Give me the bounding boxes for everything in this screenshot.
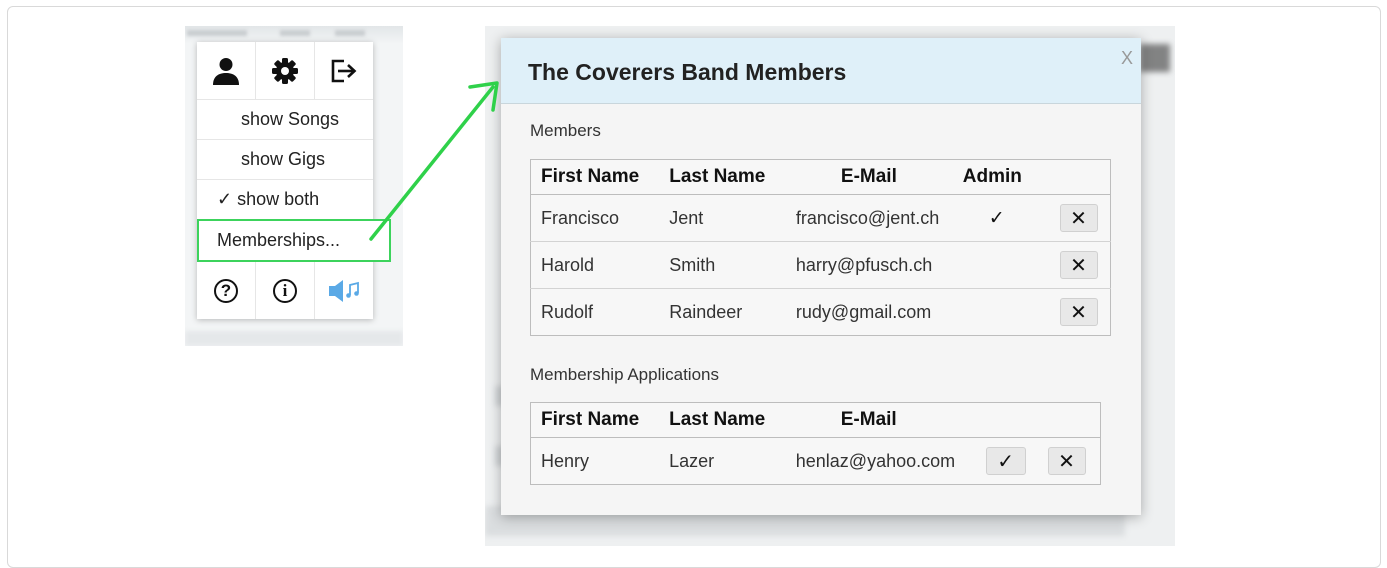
menu-bottom-row: ? i	[197, 262, 373, 319]
remove-member-button[interactable]: ✕	[1059, 251, 1098, 279]
members-table: First Name Last Name E-Mail Admin Franci…	[530, 159, 1111, 336]
help-button[interactable]: ?	[197, 262, 256, 319]
member-last-name: Smith	[659, 241, 786, 289]
applicant-email: henlaz@yahoo.com	[795, 450, 956, 471]
member-email: francisco@jent.ch	[785, 194, 961, 242]
column-header: E-Mail	[785, 159, 961, 195]
column-header: E-Mail	[785, 402, 976, 438]
menu-item-label: Memberships...	[217, 230, 341, 250]
sound-button[interactable]	[315, 262, 373, 319]
reject-application-button[interactable]: ✕	[1047, 447, 1086, 475]
table-header-row: First Name Last Name E-Mail Admin	[530, 159, 1111, 195]
menu-item-label: show Songs	[241, 109, 340, 129]
check-icon: ✓	[217, 189, 233, 209]
member-first-name: Harold	[530, 241, 660, 289]
admin-check-icon[interactable]: ✓	[989, 208, 1005, 229]
menu-item-show-both[interactable]: ✓ show both	[197, 180, 373, 220]
help-icon: ?	[214, 278, 238, 303]
dropdown-menu: show Songs show Gigs ✓ show both Members…	[197, 42, 391, 319]
table-row: Harold Smith harry@pfusch.ch ✕	[530, 241, 1111, 289]
remove-member-button[interactable]: ✕	[1059, 298, 1098, 326]
member-first-name: Francisco	[530, 194, 660, 242]
menu-item-memberships[interactable]: Memberships...	[197, 219, 391, 262]
table-row: Rudolf Raindeer rudy@gmail.com ✕	[531, 289, 1111, 336]
member-first-name: Rudolf	[541, 301, 594, 322]
applicant-first-name: Henry	[541, 450, 590, 471]
column-header: Last Name	[659, 402, 786, 438]
user-icon	[213, 57, 239, 85]
table-row: Francisco Jent francisco@jent.ch ✓ ✕	[530, 194, 1111, 242]
menu-item-show-songs[interactable]: show Songs	[197, 100, 373, 140]
remove-member-button[interactable]: ✕	[1059, 204, 1098, 232]
info-icon: i	[273, 278, 297, 303]
member-last-name: Jent	[659, 194, 786, 242]
column-header: First Name	[530, 402, 660, 438]
column-header: First Name	[530, 159, 660, 195]
menu-item-label: show Gigs	[241, 149, 326, 169]
dialog-title: The Coverers Band Members	[528, 59, 847, 85]
gear-icon	[272, 57, 298, 84]
table-header-row: First Name Last Name E-Mail	[530, 402, 1101, 438]
logout-icon	[331, 59, 357, 82]
member-last-name: Raindeer	[669, 301, 743, 322]
table-row: Henry Lazer henlaz@yahoo.com ✓ ✕	[531, 438, 1101, 485]
column-header: Admin	[960, 159, 1050, 195]
info-button[interactable]: i	[256, 262, 315, 319]
user-button[interactable]	[197, 42, 256, 99]
members-dialog: The Coverers Band Members X Members Firs…	[501, 38, 1141, 515]
accept-application-button[interactable]: ✓	[985, 447, 1026, 475]
applicant-last-name: Lazer	[669, 450, 715, 471]
sound-icon	[329, 279, 359, 302]
member-email: harry@pfusch.ch	[785, 241, 961, 289]
members-section-label: Members	[530, 121, 601, 140]
dialog-header: The Coverers Band Members X	[501, 38, 1141, 104]
logout-button[interactable]	[315, 42, 373, 99]
member-email: rudy@gmail.com	[795, 301, 932, 322]
settings-button[interactable]	[256, 42, 315, 99]
close-button[interactable]: X	[1121, 48, 1133, 69]
column-header: Last Name	[659, 159, 786, 195]
menu-icon-row	[197, 42, 373, 100]
menu-item-label: show both	[237, 189, 320, 209]
applications-section-label: Membership Applications	[530, 365, 719, 384]
menu-item-show-gigs[interactable]: show Gigs	[197, 140, 373, 180]
applications-table: First Name Last Name E-Mail Henry Lazer …	[530, 402, 1101, 485]
